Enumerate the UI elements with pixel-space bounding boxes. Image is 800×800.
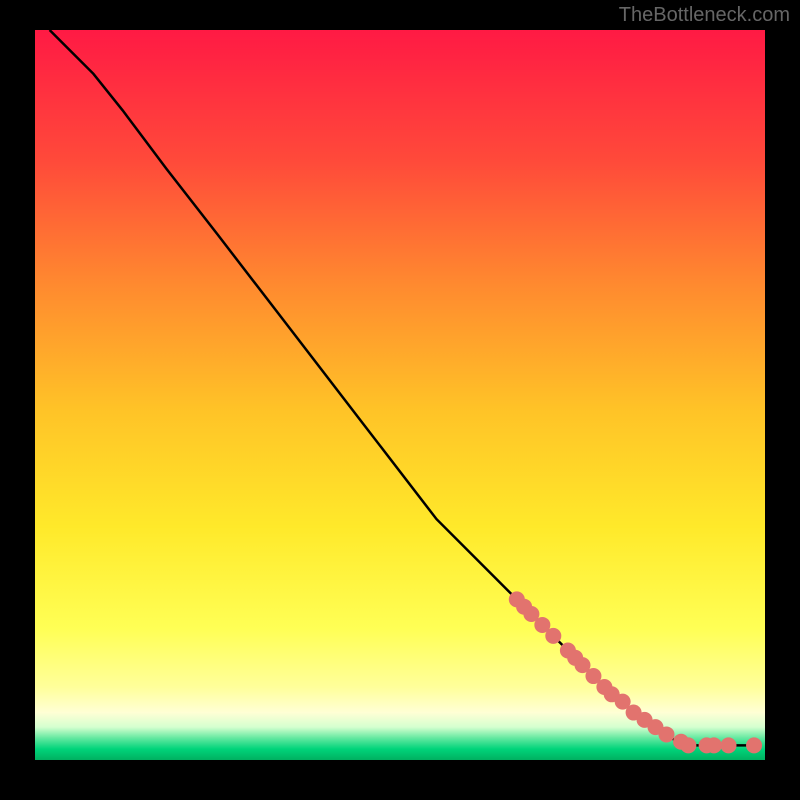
data-marker xyxy=(658,726,674,742)
chart-container: TheBottleneck.com xyxy=(0,0,800,800)
data-marker xyxy=(746,737,762,753)
data-marker xyxy=(721,737,737,753)
plot-area xyxy=(35,30,765,760)
watermark-text: TheBottleneck.com xyxy=(619,4,790,27)
data-marker xyxy=(706,737,722,753)
data-marker xyxy=(680,737,696,753)
chart-svg xyxy=(35,30,765,760)
data-marker xyxy=(545,628,561,644)
